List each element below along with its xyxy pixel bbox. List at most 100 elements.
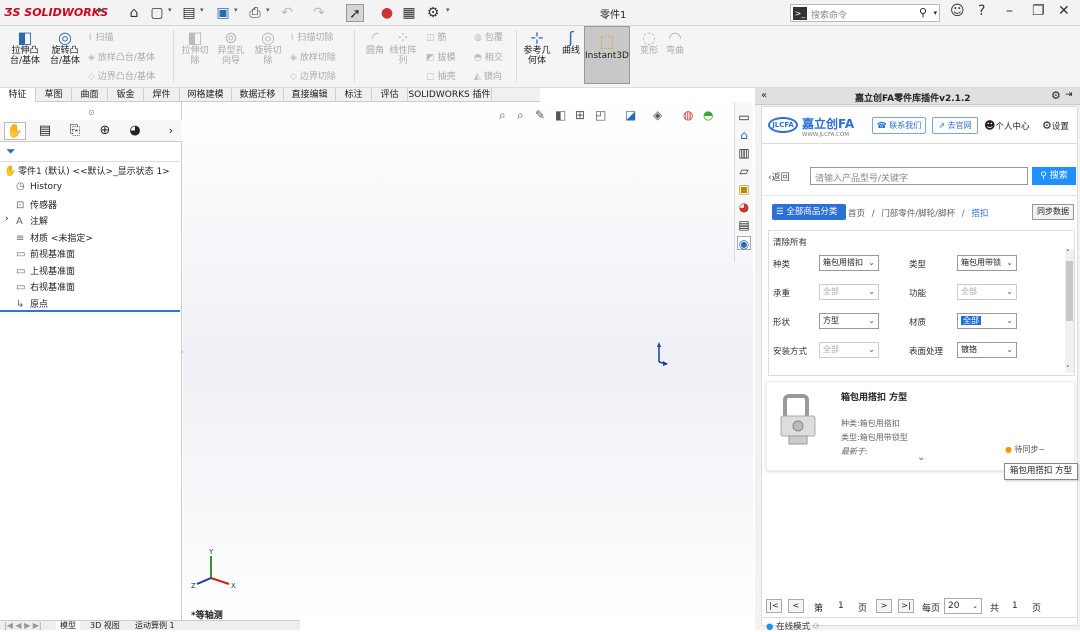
flex-button[interactable]: ◠ 弯曲 [656, 30, 694, 57]
edit-appearance-icon[interactable]: ◍ [683, 108, 693, 122]
previous-view-icon[interactable]: ✎ [535, 108, 545, 122]
extrude-boss-button[interactable]: ◧ 拉伸凸 台/基体 [6, 30, 44, 67]
sweep-button[interactable]: ⌇ 扫描 [88, 30, 113, 43]
filter-select[interactable]: 全部 ⌄ [819, 284, 879, 300]
settings-button[interactable]: ⚙设置 [1042, 119, 1069, 132]
tab-8[interactable]: 标注 [336, 88, 372, 102]
tree-item-front-plane[interactable]: ▭ 前视基准面 [16, 247, 75, 260]
next-page-button[interactable]: > [876, 599, 892, 613]
scroll-thumb[interactable] [1066, 261, 1073, 321]
instant3d-button[interactable]: ⬚ Instant3D [584, 26, 630, 84]
last-page-button[interactable]: >| [898, 599, 914, 613]
filter-select[interactable]: 方型 ⌄ [819, 313, 879, 329]
feature-tree-tab-icon[interactable]: ✋ [4, 122, 26, 140]
mirror-button[interactable]: ◭ 镜向 [474, 69, 502, 82]
revolve-cut-button[interactable]: ◎ 旋转切 除 [249, 30, 287, 67]
breadcrumb-current[interactable]: 搭扣 [971, 209, 988, 219]
rebuild-icon[interactable]: ● [378, 4, 396, 22]
clear-all-link[interactable]: 清除所有 [773, 236, 807, 248]
tree-item-annotations[interactable]: › A 注解 [5, 214, 48, 227]
menu-arrow-icon[interactable]: ▶ [98, 6, 103, 14]
tab-3[interactable]: 钣金 [108, 88, 144, 102]
rib-button[interactable]: ◫ 筋 [426, 30, 447, 43]
revolve-boss-button[interactable]: ◎ 旋转凸 台/基体 [46, 30, 84, 67]
tree-item-history[interactable]: ◷ History [16, 181, 62, 192]
display-manager-tab-icon[interactable]: ◕ [124, 122, 146, 140]
chevron-up-icon[interactable]: ˄ [1066, 249, 1070, 257]
new-document-icon[interactable]: ▢ [148, 4, 166, 22]
graphics-area[interactable]: ⌕ ⌕ ✎ ◧ ⊞ ◰ ◪ ◈ ◍ ◓ ▭ ⌂ ▥ ▱ ▣ ◕ ▤ ◉ Y X … [183, 102, 753, 622]
filter-select[interactable]: 箱包用搭扣 ⌄ [819, 255, 879, 271]
filter-select[interactable]: 全部 ⌄ [957, 313, 1017, 329]
current-page[interactable]: 1 [838, 601, 844, 611]
sweep-cut-button[interactable]: ⌇ 扫描切除 [290, 30, 333, 43]
custom-properties-icon[interactable]: ▤ [737, 218, 751, 232]
reference-geometry-button[interactable]: ⊹ 参考几 何体 [518, 30, 556, 67]
wrap-button[interactable]: ◍ 包覆 [474, 30, 503, 43]
chevron-right-icon[interactable]: › [160, 122, 182, 140]
file-properties-icon[interactable]: ▦ [400, 4, 418, 22]
gear-icon[interactable]: ⚙ [424, 4, 442, 22]
loft-button[interactable]: ◈ 放样凸台/基体 [88, 50, 155, 63]
draft-button[interactable]: ◩ 拔模 [426, 50, 456, 63]
select-cursor-icon[interactable]: ➚ [346, 4, 364, 22]
tree-item-origin[interactable]: ↳ 原点 [16, 297, 48, 310]
extrude-cut-button[interactable]: ◧ 拉伸切 除 [176, 30, 214, 67]
official-site-button[interactable]: ⇗ 去官网 [932, 117, 978, 134]
filter-select[interactable]: 镀铬 ⌄ [957, 342, 1017, 358]
tab-6[interactable]: 数据迁移 [232, 88, 284, 102]
product-name[interactable]: 箱包用搭扣 方型 [841, 390, 907, 403]
minimize-icon[interactable]: – [1006, 3, 1013, 19]
appearances-icon[interactable]: ◕ [737, 200, 751, 214]
display-style-icon[interactable]: ◪ [625, 108, 636, 122]
expand-arrow-icon[interactable]: › [5, 214, 9, 224]
tab-7[interactable]: 直接编辑 [284, 88, 336, 102]
section-view-icon[interactable]: ◧ [555, 108, 566, 122]
tree-item-material[interactable]: ≡ 材质 <未指定> [16, 231, 93, 244]
sync-data-button[interactable]: 同步数据 [1032, 204, 1074, 220]
tree-item-right-plane[interactable]: ▭ 右视基准面 [16, 280, 75, 293]
jlcfa-plugin-tab-icon[interactable]: ◉ [737, 236, 751, 251]
design-library-icon[interactable]: ▥ [737, 146, 751, 160]
product-card[interactable]: 箱包用搭扣 方型 种类:箱包用搭扣 类型:箱包用带锁型 最新于: ⌄ ● 待同步… [766, 381, 1075, 471]
dimxpert-tab-icon[interactable]: ⊕ [94, 122, 116, 140]
home-icon[interactable]: ⌂ [125, 4, 143, 22]
back-button[interactable]: ‹返回 [768, 170, 790, 183]
per-page-select[interactable]: 20 ⌄ [944, 598, 982, 614]
search-button[interactable]: ⚲ 搜索 [1032, 167, 1076, 185]
command-search-input[interactable]: >_ 搜索命令 ⚲ ▾ [790, 4, 940, 22]
boundary-cut-button[interactable]: ◇ 边界切除 [290, 69, 336, 82]
shell-button[interactable]: ▢ 抽壳 [426, 69, 456, 82]
hole-wizard-button[interactable]: ⊚ 异型孔 向导 [212, 30, 250, 67]
help-icon[interactable]: ? [978, 3, 985, 19]
expand-chevron-icon[interactable]: ⌄ [917, 452, 925, 463]
monitor-icon[interactable]: ▭ [737, 110, 751, 124]
filter-select[interactable]: 全部 ⌄ [819, 342, 879, 358]
chevron-down-icon[interactable]: ▾ [200, 6, 204, 14]
gear-icon[interactable]: ⚙ [1051, 89, 1061, 102]
tree-rollback-bar[interactable] [0, 310, 180, 312]
all-categories-button[interactable]: ☰ 全部商品分类 [772, 204, 846, 220]
property-manager-tab-icon[interactable]: ▤ [34, 122, 56, 140]
solidworks-resources-icon[interactable]: ⌂ [737, 128, 751, 142]
zoom-area-icon[interactable]: ⌕ [517, 108, 524, 123]
chevron-down-icon[interactable]: ˅ [1066, 365, 1070, 373]
filter-icon[interactable]: ⏷ [6, 144, 16, 159]
configuration-tab-icon[interactable]: ⎘ [64, 122, 86, 140]
prev-page-button[interactable]: < [788, 599, 804, 613]
tree-item-sensors[interactable]: ⊡ 传感器 [16, 198, 57, 211]
chevron-down-icon[interactable]: ▾ [446, 6, 450, 14]
collapse-pane-icon[interactable]: « [761, 90, 767, 101]
breadcrumb-home[interactable]: 首页 [848, 209, 865, 219]
undo-icon[interactable]: ↶ [278, 4, 296, 22]
tree-item-top-plane[interactable]: ▭ 上视基准面 [16, 264, 75, 277]
tab-9[interactable]: 评估 [372, 88, 408, 102]
apply-scene-icon[interactable]: ◓ [703, 108, 713, 122]
solidworks-logo[interactable]: ƷS SOLIDWORKS [4, 6, 108, 19]
hide-show-items-icon[interactable]: ◈ [653, 108, 662, 122]
save-icon[interactable]: ▣ [214, 4, 232, 22]
filter-select[interactable]: 箱包用带锁 ⌄ [957, 255, 1017, 271]
refresh-icon[interactable]: ⟳ [813, 622, 820, 632]
linear-pattern-button[interactable]: ⁘ 线性阵 列 [384, 30, 422, 67]
panel-grip-icon[interactable]: ⊙ [88, 108, 95, 117]
